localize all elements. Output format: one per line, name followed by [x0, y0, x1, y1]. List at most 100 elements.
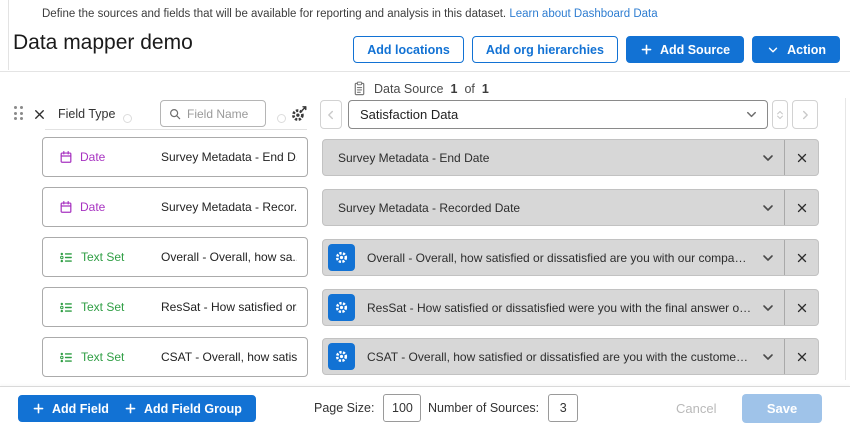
action-label: Action: [787, 43, 826, 57]
field-card[interactable]: Text Set ResSat - How satisfied or...: [42, 287, 308, 327]
chevron-down-icon: [744, 107, 759, 122]
mapped-field-row: Overall - Overall, how satisfied or diss…: [322, 239, 819, 276]
mapped-field-row: CSAT - Overall, how satisfied or dissati…: [322, 338, 819, 375]
field-card[interactable]: Text Set CSAT - Overall, how satis...: [42, 337, 308, 377]
save-button[interactable]: Save: [742, 394, 822, 423]
field-settings-button[interactable]: [328, 244, 355, 271]
left-edge-divider: [8, 0, 9, 70]
add-field-button[interactable]: Add Field: [18, 395, 123, 422]
remove-field-button[interactable]: [784, 140, 818, 175]
field-type: Text Set: [59, 300, 161, 315]
add-field-label: Add Field: [52, 402, 109, 416]
data-source-total: 1: [482, 82, 489, 96]
data-source-counter: Data Source 1 of 1: [352, 81, 489, 96]
add-field-group-label: Add Field Group: [144, 402, 242, 416]
sort-vertical-icon: [774, 109, 786, 121]
field-name: Overall - Overall, how sa...: [161, 250, 297, 264]
field-name-search-input[interactable]: [187, 107, 259, 121]
close-field-panel-button[interactable]: [32, 106, 48, 122]
field-settings-button[interactable]: [328, 343, 355, 370]
add-org-hierarchies-label: Add org hierarchies: [486, 43, 604, 57]
chevron-down-icon: [752, 150, 784, 166]
remove-field-button[interactable]: [784, 339, 818, 374]
calendar-icon: [59, 150, 73, 164]
field-type: Date: [59, 200, 161, 214]
next-source-button[interactable]: [792, 100, 818, 129]
number-of-sources-group: Number of Sources:: [428, 394, 578, 422]
remove-field-button[interactable]: [784, 240, 818, 275]
field-name-search: [160, 100, 266, 127]
field-name-sort-indicator: [277, 110, 286, 128]
mapped-field-dropdown[interactable]: ResSat - How satisfied or dissatisfied w…: [323, 290, 784, 325]
add-org-hierarchies-button[interactable]: Add org hierarchies: [472, 36, 618, 63]
add-source-button[interactable]: Add Source: [626, 36, 744, 63]
text-set-icon: [59, 250, 74, 265]
cancel-button[interactable]: Cancel: [676, 395, 716, 422]
page-title: Data mapper demo: [13, 31, 193, 55]
field-card[interactable]: Date Survey Metadata - End D...: [42, 137, 308, 177]
field-name: Survey Metadata - End D...: [161, 150, 297, 164]
field-type-label: Text Set: [81, 300, 124, 314]
data-mapper-app: Define the sources and fields that will …: [0, 0, 850, 430]
field-card[interactable]: Text Set Overall - Overall, how sa...: [42, 237, 308, 277]
add-locations-button[interactable]: Add locations: [353, 36, 464, 63]
close-icon: [795, 301, 809, 315]
field-type-label: Date: [80, 200, 105, 214]
field-type-column-header: Field Type: [58, 107, 115, 121]
mapped-field-dropdown[interactable]: Survey Metadata - End Date: [323, 140, 784, 175]
field-type-label: Date: [80, 150, 105, 164]
number-of-sources-input[interactable]: [548, 394, 578, 422]
learn-about-dashboard-data-link[interactable]: Learn about Dashboard Data: [509, 8, 657, 20]
chevron-right-icon: [798, 108, 812, 122]
chevron-down-icon: [752, 250, 784, 266]
mapped-field-dropdown[interactable]: Survey Metadata - Recorded Date: [323, 190, 784, 225]
number-of-sources-label: Number of Sources:: [428, 401, 539, 415]
right-edge-divider: [845, 98, 846, 380]
close-icon: [32, 107, 47, 122]
data-source-select[interactable]: Satisfaction Data: [348, 100, 768, 129]
search-icon: [168, 107, 182, 121]
page-size-input[interactable]: [383, 394, 421, 422]
field-settings-gear-icon[interactable]: [290, 104, 310, 124]
field-type: Text Set: [59, 250, 161, 265]
field-type-sort-indicator: [123, 110, 132, 128]
chevron-left-icon: [324, 108, 338, 122]
mapped-field-row: Survey Metadata - Recorded Date: [322, 189, 819, 226]
mapped-field-label: ResSat - How satisfied or dissatisfied w…: [367, 301, 752, 315]
field-settings-button[interactable]: [328, 294, 355, 321]
chevron-down-icon: [752, 300, 784, 316]
action-menu-button[interactable]: Action: [752, 36, 840, 63]
header-divider: [0, 71, 850, 72]
calendar-icon: [59, 200, 73, 214]
field-name: CSAT - Overall, how satis...: [161, 350, 297, 364]
close-icon: [795, 201, 809, 215]
drag-handle-icon[interactable]: [14, 106, 23, 120]
reorder-sources-button[interactable]: [772, 100, 788, 129]
field-card[interactable]: Date Survey Metadata - Recor...: [42, 187, 308, 227]
clipboard-icon: [352, 81, 367, 96]
list-header-underline: [45, 129, 307, 130]
previous-source-button[interactable]: [320, 100, 342, 129]
remove-field-button[interactable]: [784, 190, 818, 225]
dataset-description: Define the sources and fields that will …: [42, 8, 658, 20]
mapped-field-row: Survey Metadata - End Date: [322, 139, 819, 176]
chevron-down-icon: [752, 349, 784, 365]
field-name: ResSat - How satisfied or...: [161, 300, 297, 314]
mapped-field-label: CSAT - Overall, how satisfied or dissati…: [367, 350, 752, 364]
add-field-group-button[interactable]: Add Field Group: [110, 395, 256, 422]
remove-field-button[interactable]: [784, 290, 818, 325]
field-type: Date: [59, 150, 161, 164]
add-source-label: Add Source: [660, 43, 730, 57]
plus-icon: [32, 402, 45, 415]
mapped-field-row: ResSat - How satisfied or dissatisfied w…: [322, 289, 819, 326]
mapped-field-dropdown[interactable]: Overall - Overall, how satisfied or diss…: [323, 240, 784, 275]
close-icon: [795, 350, 809, 364]
gear-icon: [334, 300, 349, 315]
mapped-field-label: Survey Metadata - End Date: [338, 151, 752, 165]
mapped-field-dropdown[interactable]: CSAT - Overall, how satisfied or dissati…: [323, 339, 784, 374]
text-set-icon: [59, 350, 74, 365]
close-icon: [795, 151, 809, 165]
footer-bar: Add Field Add Field Group Page Size: Num…: [0, 386, 850, 430]
plus-icon: [124, 402, 137, 415]
gear-icon: [334, 250, 349, 265]
